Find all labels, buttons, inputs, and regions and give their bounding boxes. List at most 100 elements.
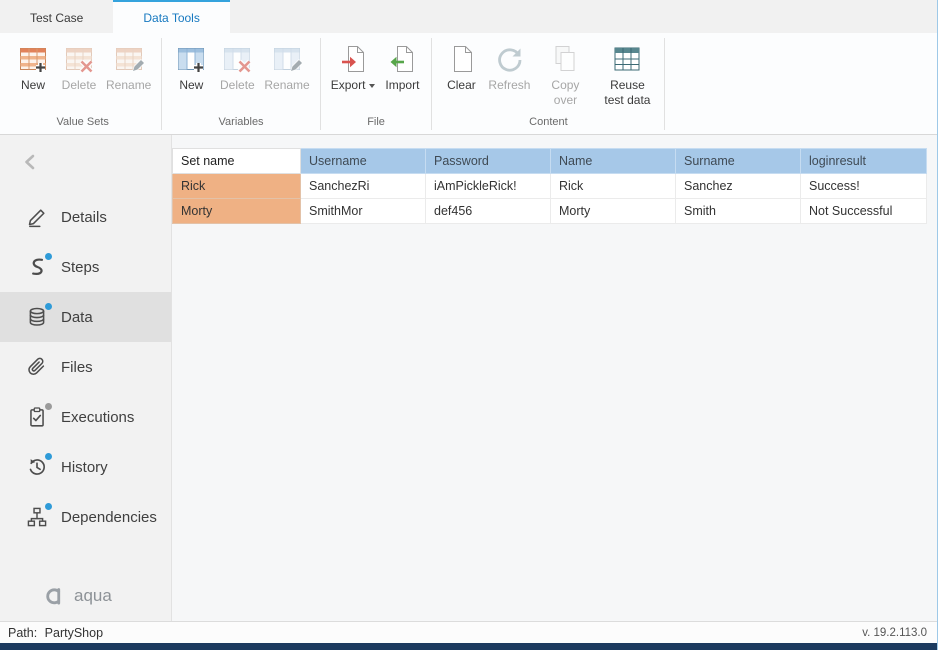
import-document-icon [386, 43, 418, 75]
header-row: Set name Username Password Name Surname … [173, 149, 927, 174]
button-label: Delete [62, 78, 97, 93]
variables-delete-button: Delete [214, 40, 260, 96]
data-cell[interactable]: Success! [801, 174, 927, 199]
notification-dot [45, 303, 52, 310]
ribbon-tab-bar: Test Case Data Tools [0, 0, 937, 33]
steps-path-icon [26, 256, 48, 278]
data-cell[interactable]: iAmPickleRick! [426, 174, 551, 199]
group-label-variables: Variables [168, 113, 313, 134]
aqua-logo: aqua [40, 583, 112, 609]
button-label: New [21, 78, 45, 93]
ribbon-group-content: Clear Refresh Copy over [432, 33, 664, 134]
button-label: Reuse test data [600, 78, 654, 108]
notification-dot [45, 453, 52, 460]
table-row: Rick SanchezRi iAmPickleRick! Rick Sanch… [173, 174, 927, 199]
path-value: PartyShop [45, 626, 103, 640]
sidebar-item-history[interactable]: History [0, 442, 171, 492]
data-table: Set name Username Password Name Surname … [172, 148, 927, 224]
variables-new-button[interactable]: New [168, 40, 214, 96]
main-content: Set name Username Password Name Surname … [172, 135, 937, 621]
group-label-content: Content [438, 113, 658, 134]
sidebar-item-data[interactable]: Data [0, 292, 171, 342]
blank-document-icon [445, 43, 477, 75]
sidebar-item-dependencies[interactable]: Dependencies [0, 492, 171, 542]
clipboard-check-icon [26, 406, 48, 428]
edit-pencil-icon [26, 206, 48, 228]
variables-rename-button: Rename [260, 40, 313, 96]
export-document-icon [337, 43, 369, 75]
ribbon-group-value-sets: New Delete Rename Value Sets [4, 33, 161, 134]
chevron-left-icon [22, 153, 38, 171]
data-cell[interactable]: def456 [426, 199, 551, 224]
data-cell[interactable]: Smith [676, 199, 801, 224]
button-label: New [179, 78, 203, 93]
path-label: Path: [8, 626, 37, 640]
reuse-test-data-button[interactable]: Reuse test data [596, 40, 658, 111]
value-sets-rename-button: Rename [102, 40, 155, 96]
data-cell[interactable]: Sanchez [676, 174, 801, 199]
data-cell[interactable]: SanchezRi [301, 174, 426, 199]
value-sets-delete-button: Delete [56, 40, 102, 96]
button-label: Delete [220, 78, 255, 93]
column-header-surname[interactable]: Surname [676, 149, 801, 174]
table-grid-icon [611, 43, 643, 75]
table-row: Morty SmithMor def456 Morty Smith Not Su… [173, 199, 927, 224]
data-cell[interactable]: SmithMor [301, 199, 426, 224]
value-sets-new-button[interactable]: New [10, 40, 56, 96]
ribbon-group-file: Export Import File [321, 33, 432, 134]
column-header-loginresult[interactable]: loginresult [801, 149, 927, 174]
sidebar-item-files[interactable]: Files [0, 342, 171, 392]
notification-dot [45, 503, 52, 510]
sidebar-item-executions[interactable]: Executions [0, 392, 171, 442]
collapse-sidebar-button[interactable] [0, 145, 171, 179]
button-label: Rename [264, 78, 309, 93]
sidebar-item-steps[interactable]: Steps [0, 242, 171, 292]
button-label: Refresh [488, 78, 530, 93]
button-label: Copy over [538, 78, 592, 108]
columns-rename-icon [271, 43, 303, 75]
button-label: Rename [106, 78, 151, 93]
window-bottom-edge [0, 643, 937, 650]
column-header-password[interactable]: Password [426, 149, 551, 174]
column-header-name[interactable]: Name [551, 149, 676, 174]
refresh-icon [493, 43, 525, 75]
columns-add-icon [175, 43, 207, 75]
import-button[interactable]: Import [379, 40, 425, 96]
history-clock-icon [26, 456, 48, 478]
button-label: Export [331, 78, 376, 93]
button-label: Import [385, 78, 419, 93]
refresh-button: Refresh [484, 40, 534, 96]
notification-dot [45, 403, 52, 410]
tab-data-tools[interactable]: Data Tools [113, 0, 229, 33]
table-add-icon [17, 43, 49, 75]
tab-test-case[interactable]: Test Case [0, 0, 113, 33]
version-label: v. 19.2.113.0 [862, 627, 927, 639]
export-button[interactable]: Export [327, 40, 380, 96]
button-label: Clear [447, 78, 476, 93]
sidebar: Details Steps Data [0, 135, 172, 621]
paperclip-icon [26, 356, 48, 378]
copy-over-button: Copy over [534, 40, 596, 111]
set-name-cell[interactable]: Rick [173, 174, 301, 199]
sidebar-item-details[interactable]: Details [0, 192, 171, 242]
group-label-value-sets: Value Sets [10, 113, 155, 134]
data-cell[interactable]: Morty [551, 199, 676, 224]
copy-documents-icon [549, 43, 581, 75]
ribbon-separator [664, 38, 665, 130]
set-name-cell[interactable]: Morty [173, 199, 301, 224]
app-window: Test Case Data Tools New Delete [0, 0, 938, 650]
data-cell[interactable]: Not Successful [801, 199, 927, 224]
path-indicator: Path: PartyShop [8, 626, 107, 640]
column-header-set-name[interactable]: Set name [173, 149, 301, 174]
database-icon [26, 306, 48, 328]
sidebar-nav: Details Steps Data [0, 192, 171, 542]
ribbon: New Delete Rename Value Sets [0, 33, 937, 135]
column-header-username[interactable]: Username [301, 149, 426, 174]
hierarchy-icon [26, 506, 48, 528]
clear-button[interactable]: Clear [438, 40, 484, 96]
ribbon-group-variables: New Delete Rename Variables [162, 33, 319, 134]
data-cell[interactable]: Rick [551, 174, 676, 199]
group-label-file: File [327, 113, 426, 134]
notification-dot [45, 253, 52, 260]
table-rename-icon [113, 43, 145, 75]
